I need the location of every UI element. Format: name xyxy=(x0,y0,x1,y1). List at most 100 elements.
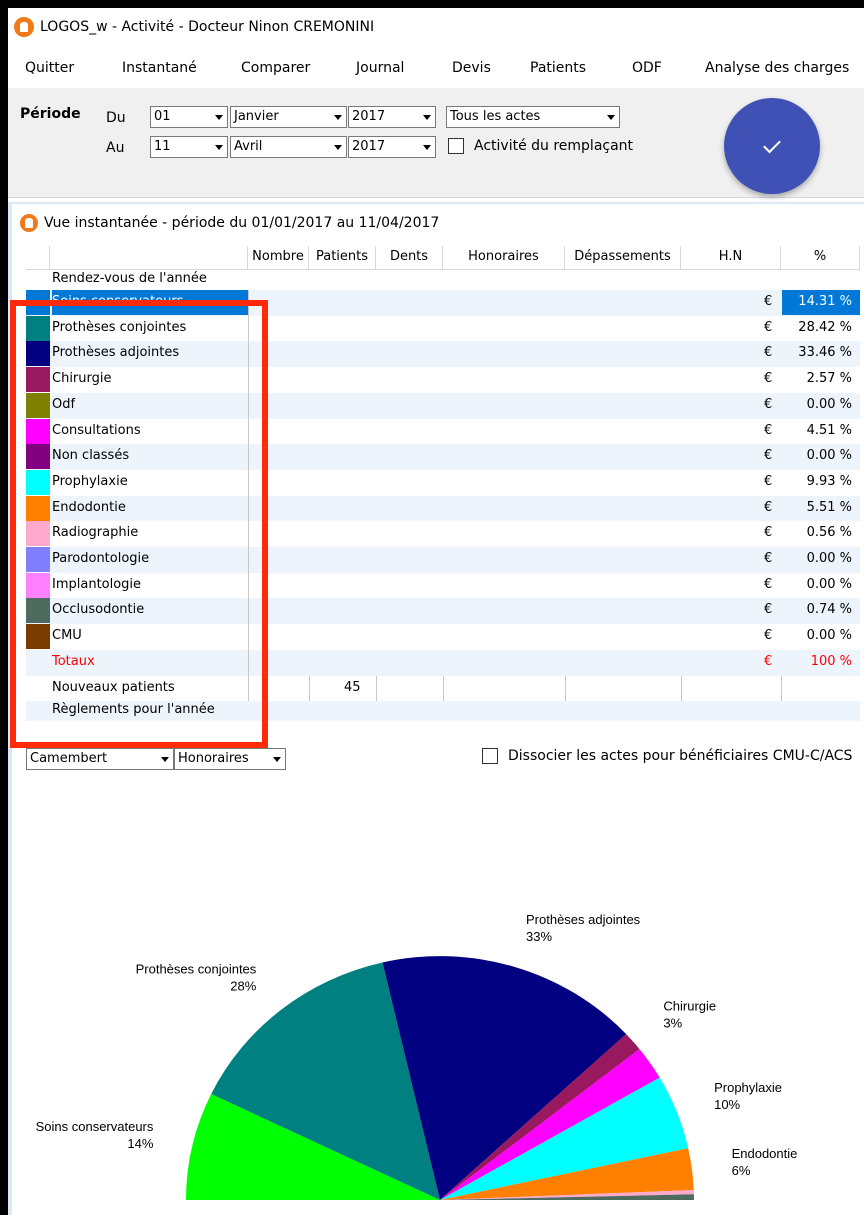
row-separator xyxy=(248,547,249,573)
category-name: Implantologie xyxy=(52,576,142,592)
au-month-value: Avril xyxy=(234,139,263,154)
row-separator xyxy=(248,598,249,625)
du-month-value: Janvier xyxy=(234,109,279,124)
totals-percent: 100 % xyxy=(810,653,852,669)
euro-symbol: € xyxy=(764,396,773,412)
category-color-swatch xyxy=(26,367,50,393)
table-row[interactable]: Radiographie €0.56 % xyxy=(26,521,860,548)
category-percent: 33.46 % xyxy=(798,345,852,361)
dissociate-checkbox[interactable] xyxy=(482,748,498,764)
du-month-select[interactable]: Janvier xyxy=(230,106,347,128)
chart-type-value: Camembert xyxy=(30,751,108,766)
replacement-label: Activité du remplaçant xyxy=(474,138,634,154)
table-row[interactable]: Soins conservateurs €14.31 % xyxy=(26,290,860,316)
column-separator xyxy=(309,675,310,702)
chevron-down-icon xyxy=(215,145,223,150)
euro-symbol: € xyxy=(764,448,773,464)
menu-odf[interactable]: ODF xyxy=(632,60,662,76)
validate-button[interactable] xyxy=(724,98,820,194)
du-day-value: 01 xyxy=(154,109,171,124)
menu-bar: Quitter Instantané Comparer Journal Devi… xyxy=(8,56,864,82)
table-row[interactable]: Chirurgie €2.57 % xyxy=(26,367,860,394)
category-color-swatch xyxy=(26,315,50,341)
header-honoraires[interactable]: Honoraires xyxy=(443,246,565,270)
column-separator xyxy=(376,675,377,702)
row-separator xyxy=(248,521,249,548)
header-name-col xyxy=(50,246,248,270)
euro-symbol: € xyxy=(764,576,773,592)
row-separator xyxy=(248,624,249,651)
menu-comparer[interactable]: Comparer xyxy=(241,60,310,76)
table-row[interactable]: Parodontologie €0.00 % xyxy=(26,547,860,573)
panel-title: Vue instantanée - période du 01/01/2017 … xyxy=(44,215,440,231)
header-patients[interactable]: Patients xyxy=(309,246,376,270)
chart-measure-select[interactable]: Honoraires xyxy=(174,748,286,770)
table-row[interactable]: Totaux €100 % xyxy=(26,649,860,676)
table-row[interactable]: Endodontie €5.51 % xyxy=(26,495,860,522)
table-row[interactable]: CMU €0.00 % xyxy=(26,624,860,651)
category-percent: 14.31 % xyxy=(798,294,852,309)
category-color-swatch xyxy=(26,444,50,470)
table-row[interactable]: Occlusodontie €0.74 % xyxy=(26,598,860,625)
au-month-select[interactable]: Avril xyxy=(230,136,347,158)
table-row[interactable]: Règlements pour l'année xyxy=(26,701,860,722)
menu-instantane[interactable]: Instantané xyxy=(122,60,197,76)
header-hn[interactable]: H.N xyxy=(681,246,781,270)
header-nombre[interactable]: Nombre xyxy=(248,246,309,270)
pie-label: Chirurgie 3% xyxy=(663,999,716,1031)
chevron-down-icon xyxy=(273,757,281,762)
euro-symbol: € xyxy=(764,422,773,438)
au-year-select[interactable]: 2017 xyxy=(348,136,436,158)
table-row[interactable]: Prothèses adjointes €33.46 % xyxy=(26,341,860,368)
chevron-down-icon xyxy=(215,115,223,120)
du-day-select[interactable]: 01 xyxy=(150,106,228,128)
new-patients-count: 45 xyxy=(344,679,361,695)
pie-chart: Soins conservateurs 14% Prothèses conjoint… xyxy=(36,912,797,1200)
euro-symbol: € xyxy=(764,525,773,541)
euro-symbol: € xyxy=(764,473,773,489)
chevron-down-icon xyxy=(607,115,615,120)
replacement-checkbox[interactable] xyxy=(448,138,464,154)
grid-header: Nombre Patients Dents Honoraires Dépasse… xyxy=(26,246,860,270)
category-name: Prophylaxie xyxy=(52,473,128,489)
category-name: Odf xyxy=(52,396,76,412)
table-row[interactable]: Prophylaxie €9.93 % xyxy=(26,469,860,496)
chevron-down-icon xyxy=(161,757,169,762)
row-separator xyxy=(248,315,249,342)
menu-analyse-charges[interactable]: Analyse des charges xyxy=(705,60,849,76)
au-day-select[interactable]: 11 xyxy=(150,136,228,158)
chart-type-select[interactable]: Camembert xyxy=(26,748,174,770)
menu-patients[interactable]: Patients xyxy=(530,60,586,76)
category-name: Parodontologie xyxy=(52,551,150,566)
euro-symbol: € xyxy=(764,653,773,669)
acts-filter-select[interactable]: Tous les actes xyxy=(446,106,620,128)
table-row[interactable]: Implantologie €0.00 % xyxy=(26,572,860,599)
logos-app-icon xyxy=(14,17,34,37)
du-year-value: 2017 xyxy=(352,109,386,124)
menu-quitter[interactable]: Quitter xyxy=(25,60,74,76)
row-separator xyxy=(248,572,249,599)
logos-app-icon xyxy=(20,214,38,232)
row-separator xyxy=(248,367,249,394)
du-year-select[interactable]: 2017 xyxy=(348,106,436,128)
table-row[interactable]: Prothèses conjointes €28.42 % xyxy=(26,315,860,342)
header-depassements[interactable]: Dépassements xyxy=(565,246,681,270)
row-label: Rendez-vous de l'année xyxy=(52,271,207,286)
header-percent[interactable]: % xyxy=(781,246,860,270)
menu-journal[interactable]: Journal xyxy=(356,60,404,76)
table-row[interactable]: Rendez-vous de l'année xyxy=(26,270,860,290)
category-name: Consultations xyxy=(52,422,141,438)
title-bar: LOGOS_w - Activité - Docteur Ninon CREMO… xyxy=(8,8,864,46)
category-color-swatch xyxy=(26,495,50,521)
table-row[interactable]: Non classés €0.00 % xyxy=(26,444,860,471)
category-color-swatch xyxy=(26,521,50,547)
category-name: Non classés xyxy=(52,448,130,464)
table-row[interactable]: Consultations €4.51 % xyxy=(26,418,860,445)
table-row[interactable]: Nouveaux patients 45 xyxy=(26,675,860,702)
table-row[interactable]: Odf €0.00 % xyxy=(26,392,860,419)
row-separator xyxy=(248,290,249,316)
new-patients-label: Nouveaux patients xyxy=(52,679,175,695)
menu-devis[interactable]: Devis xyxy=(452,60,491,76)
category-color-swatch xyxy=(26,547,50,572)
header-dents[interactable]: Dents xyxy=(376,246,443,270)
